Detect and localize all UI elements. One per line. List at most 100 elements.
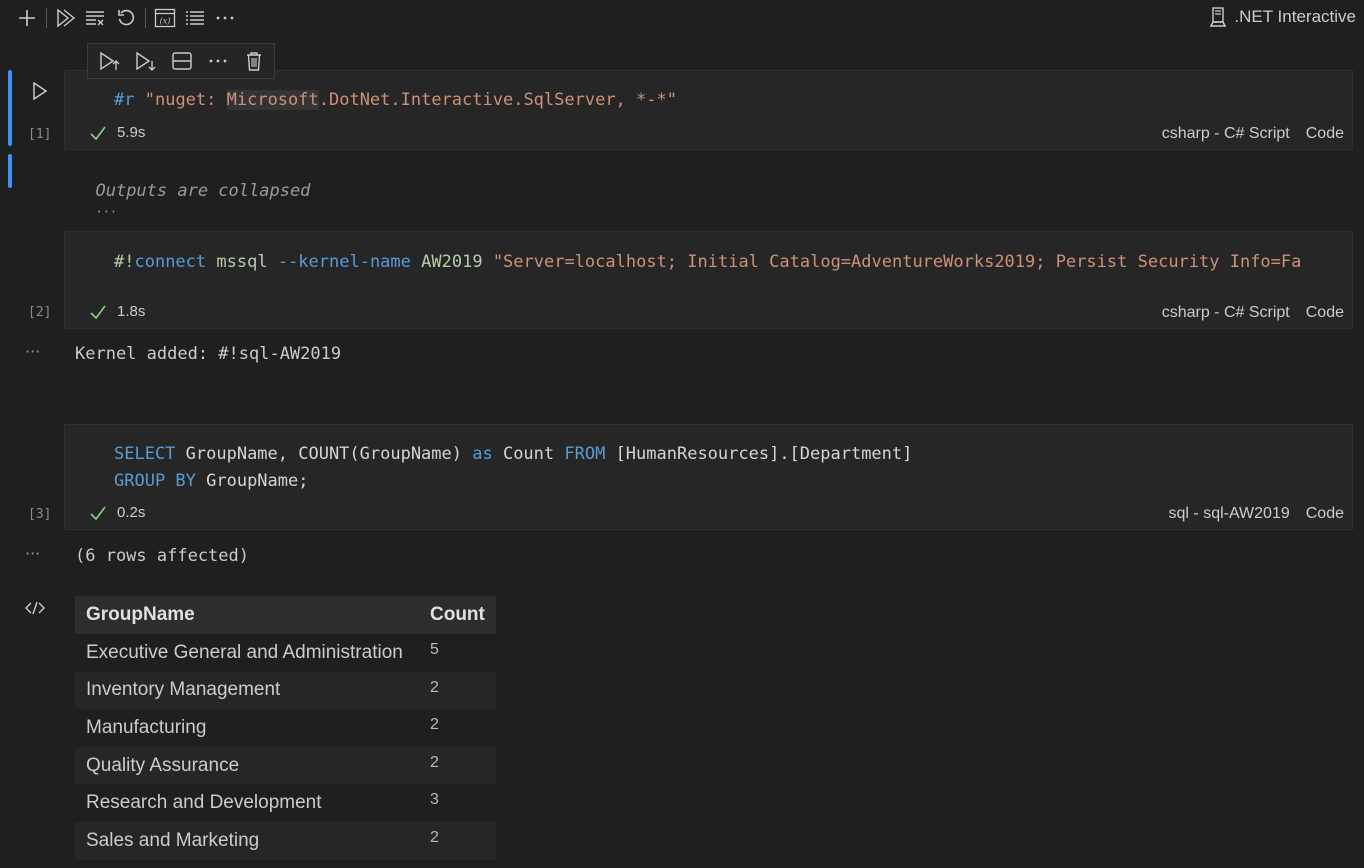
execute-above-button[interactable] xyxy=(94,46,126,76)
code-token: Count xyxy=(492,444,565,464)
cell-groupname: Sales and Marketing xyxy=(75,821,419,860)
code-cell[interactable]: #!connect mssql --kernel-name AW2019 "Se… xyxy=(64,231,1353,329)
code-token: #r xyxy=(114,90,135,110)
cell-groupname: Manufacturing xyxy=(86,716,207,738)
execute-above-icon xyxy=(100,51,120,71)
code-token: #! xyxy=(114,252,135,272)
restart-icon xyxy=(118,9,135,26)
execution-count: [3] xyxy=(28,507,52,522)
execution-time: 1.8s xyxy=(117,303,146,320)
cell-count: 2 xyxy=(419,746,496,785)
results-table: GroupName Count Executive General and Ad… xyxy=(75,596,496,860)
delete-cell-button[interactable] xyxy=(238,46,270,76)
output-focus-indicator xyxy=(8,154,12,188)
code-token: connect xyxy=(134,252,207,272)
execute-below-button[interactable] xyxy=(130,46,162,76)
execution-time: 0.2s xyxy=(117,504,146,521)
execution-status: 5.9s xyxy=(89,124,145,141)
cell-type-label[interactable]: Code xyxy=(1306,125,1344,143)
code-line[interactable]: #!connect mssql --kernel-name AW2019 "Se… xyxy=(114,252,1301,272)
cell-groupname: Quality Assurance xyxy=(75,746,419,785)
cell-language-picker[interactable]: csharp - C# Script xyxy=(1162,125,1290,143)
variables-button[interactable]: (x) xyxy=(150,3,180,33)
run-all-button[interactable] xyxy=(51,3,81,33)
add-cell-button[interactable] xyxy=(12,3,42,33)
cell-more-button[interactable] xyxy=(202,46,234,76)
table-row: Research and Development 3 xyxy=(75,784,496,822)
cell-language-picker[interactable]: sql - sql-AW2019 xyxy=(1169,505,1290,523)
table-header-row: GroupName Count xyxy=(75,596,496,634)
change-presentation-button[interactable] xyxy=(24,600,46,620)
cell-groupname: Research and Development xyxy=(86,792,322,814)
ellipsis-icon xyxy=(209,59,227,63)
execution-count: [2] xyxy=(28,305,52,320)
split-cell-button[interactable] xyxy=(166,46,198,76)
cell-type-label[interactable]: Code xyxy=(1306,505,1344,523)
collapsed-output[interactable]: Outputs are collapsed ··· xyxy=(75,161,310,221)
code-line[interactable]: SELECT GroupName, COUNT(GroupName) as Co… xyxy=(114,444,912,464)
table-row: Executive General and Administration 5 xyxy=(75,634,496,672)
execution-count: [1] xyxy=(28,127,52,142)
table-row: Sales and Marketing 2 xyxy=(75,821,496,860)
code-token: [HumanResources].[Department] xyxy=(605,444,913,464)
output-actions-button[interactable]: ··· xyxy=(25,342,40,361)
cell-count: 3 xyxy=(430,791,439,809)
code-icon xyxy=(25,601,45,615)
toolbar-divider xyxy=(145,8,146,28)
cell-language-picker[interactable]: csharp - C# Script xyxy=(1162,304,1290,322)
code-token: "Server=localhost; Initial Catalog=Adven… xyxy=(492,252,1302,272)
play-icon xyxy=(33,81,48,101)
cell-count: 2 xyxy=(419,821,496,860)
check-icon xyxy=(90,126,106,140)
kernel-picker[interactable]: .NET Interactive xyxy=(1208,6,1356,28)
more-actions-button[interactable] xyxy=(210,3,240,33)
cell-count: 2 xyxy=(430,716,439,734)
code-line[interactable]: #r "nuget: Microsoft.DotNet.Interactive.… xyxy=(114,90,677,110)
code-token: mssql xyxy=(216,252,268,272)
svg-text:(x): (x) xyxy=(160,17,171,26)
cell-type-label[interactable]: Code xyxy=(1306,304,1344,322)
column-header-groupname: GroupName xyxy=(75,596,419,634)
code-token: Microsoft xyxy=(226,90,319,110)
collapsed-output-text: Outputs are collapsed xyxy=(95,181,311,201)
output-text: Kernel added: #!sql-AW2019 xyxy=(75,344,342,364)
expand-output-ellipsis[interactable]: ··· xyxy=(95,205,117,219)
trash-icon xyxy=(247,52,261,71)
outline-icon xyxy=(186,11,204,25)
variables-icon: (x) xyxy=(154,8,176,28)
table-row: Manufacturing 2 xyxy=(75,709,496,747)
clear-outputs-button[interactable] xyxy=(81,3,111,33)
code-line[interactable]: GROUP BY GroupName; xyxy=(114,471,308,491)
code-cell[interactable]: #r "nuget: Microsoft.DotNet.Interactive.… xyxy=(64,70,1353,150)
output-actions-button[interactable]: ··· xyxy=(25,544,40,563)
code-token: GROUP BY xyxy=(114,471,196,491)
outline-button[interactable] xyxy=(180,3,210,33)
code-token: FROM xyxy=(564,444,606,464)
cell-count: 2 xyxy=(419,671,496,710)
check-icon xyxy=(90,506,106,520)
toolbar-divider xyxy=(46,8,47,28)
code-token: as xyxy=(472,444,493,464)
output-text: (6 rows affected) xyxy=(75,546,249,566)
cell-groupname: Executive General and Administration xyxy=(86,641,403,663)
kernel-label: .NET Interactive xyxy=(1234,7,1356,26)
table-row: Inventory Management 2 xyxy=(75,671,496,710)
check-icon xyxy=(90,305,106,319)
restart-button[interactable] xyxy=(111,3,141,33)
code-token: "nuget: xyxy=(144,90,227,110)
execution-status: 1.8s xyxy=(89,303,145,320)
cell-focus-indicator xyxy=(8,70,12,146)
run-cell-button[interactable] xyxy=(26,77,54,105)
execution-status: 0.2s xyxy=(89,504,145,521)
code-token: AW2019 xyxy=(421,252,483,272)
code-cell[interactable]: SELECT GroupName, COUNT(GroupName) as Co… xyxy=(64,424,1353,530)
execute-below-icon xyxy=(136,51,156,71)
cell-count: 5 xyxy=(430,641,439,658)
split-cell-icon xyxy=(172,52,192,70)
code-token: --kernel-name xyxy=(277,252,411,272)
